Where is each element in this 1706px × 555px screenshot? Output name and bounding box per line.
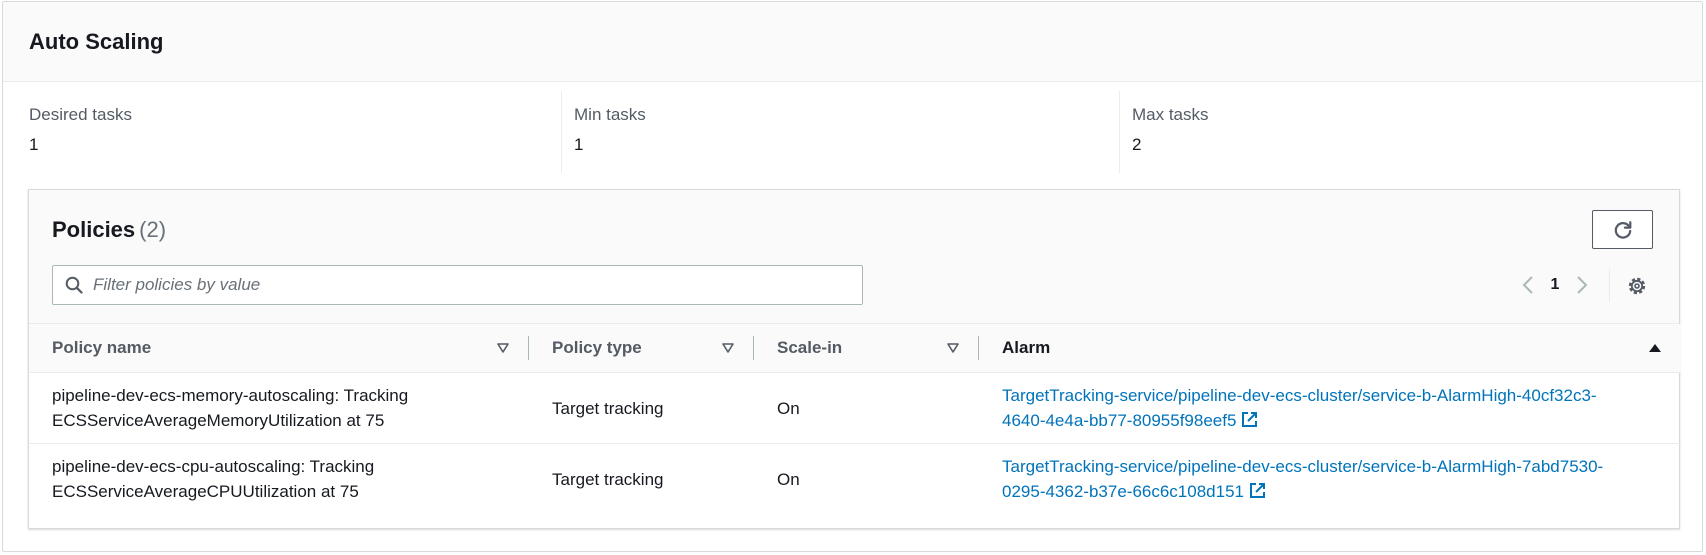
alarm-link-line: TargetTracking-service/pipeline-dev-ecs-… <box>1002 386 1597 405</box>
policy-name-line: pipeline-dev-ecs-memory-autoscaling: Tra… <box>52 386 409 405</box>
sort-icon[interactable] <box>945 340 961 356</box>
search-icon <box>65 276 83 294</box>
policy-name-line: ECSServiceAverageCPUUtilization at 75 <box>52 482 359 502</box>
panel-title: Auto Scaling <box>29 28 164 54</box>
page-number[interactable]: 1 <box>1543 276 1567 294</box>
alarm-link-line: 4640-4e4a-bb77-80955f98eef5 <box>1002 411 1237 430</box>
filter-policies-field[interactable] <box>52 265 863 305</box>
metric-max-tasks: Max tasks 2 <box>1119 91 1677 173</box>
column-header-label: Policy name <box>52 338 152 357</box>
metric-desired-tasks: Desired tasks 1 <box>3 91 561 173</box>
next-page-button[interactable] <box>1567 268 1597 302</box>
scale-in-cell: On <box>777 469 800 489</box>
table-row: pipeline-dev-ecs-memory-autoscaling: Tra… <box>29 372 1681 444</box>
column-header-label: Scale-in <box>777 338 843 357</box>
column-header-alarm[interactable]: Alarm <box>979 324 1681 373</box>
column-header-policy-type[interactable]: Policy type <box>529 324 754 373</box>
policies-table-container: Policies (2) Filter policies by value 1 … <box>28 189 1681 529</box>
alarm-link[interactable]: TargetTracking-service/pipeline-dev-ecs-… <box>1002 457 1603 501</box>
policies-title: Policies (2) <box>52 217 166 243</box>
column-header-scale-in[interactable]: Scale-in <box>754 324 979 373</box>
alarm-link-line: TargetTracking-service/pipeline-dev-ecs-… <box>1002 457 1604 477</box>
refresh-button[interactable] <box>1592 210 1653 249</box>
pagination: 1 <box>1513 268 1597 302</box>
table-row: pipeline-dev-ecs-cpu-autoscaling: Tracki… <box>29 443 1681 515</box>
metric-value: 1 <box>29 135 39 154</box>
gear-icon <box>1628 277 1646 295</box>
policy-name-line: pipeline-dev-ecs-cpu-autoscaling: Tracki… <box>52 457 375 477</box>
policies-header: Policies (2) Filter policies by value 1 <box>29 190 1679 324</box>
alarm-cell: TargetTracking-service/pipeline-dev-ecs-… <box>979 373 1681 444</box>
policies-count: (2) <box>139 217 167 242</box>
task-metrics: Desired tasks 1 Min tasks 1 Max tasks 2 <box>3 91 1702 173</box>
metric-label: Min tasks <box>574 105 646 124</box>
alarm-link[interactable]: TargetTracking-service/pipeline-dev-ecs-… <box>1002 386 1597 430</box>
alarm-link-line: 0295-4362-b37e-66c6c108d151 <box>1002 482 1244 502</box>
chevron-right-icon <box>1577 276 1588 294</box>
sort-ascending-icon[interactable] <box>1647 340 1663 356</box>
table-header-row: Policy name Policy type Scale-in Alarm <box>29 324 1681 373</box>
policy-name-cell: pipeline-dev-ecs-cpu-autoscaling: Tracki… <box>29 444 529 515</box>
sort-icon[interactable] <box>720 340 736 356</box>
metric-label: Max tasks <box>1132 105 1209 124</box>
metric-value: 2 <box>1132 135 1142 154</box>
chevron-left-icon <box>1522 276 1533 294</box>
metric-value: 1 <box>574 135 584 154</box>
alarm-cell: TargetTracking-service/pipeline-dev-ecs-… <box>979 444 1681 515</box>
scale-in-cell: On <box>777 398 800 418</box>
column-header-label: Alarm <box>1002 338 1051 357</box>
column-header-policy-name[interactable]: Policy name <box>29 324 529 373</box>
external-link-icon <box>1242 412 1258 427</box>
external-link-icon <box>1249 483 1265 499</box>
table-settings-button[interactable] <box>1623 272 1651 300</box>
auto-scaling-panel: Auto Scaling Desired tasks 1 Min tasks 1… <box>2 1 1703 552</box>
previous-page-button[interactable] <box>1513 268 1543 302</box>
policy-type-cell: Target tracking <box>552 398 664 418</box>
sort-icon[interactable] <box>495 340 511 356</box>
pager-divider <box>1609 268 1610 302</box>
policy-name-cell: pipeline-dev-ecs-memory-autoscaling: Tra… <box>29 373 529 444</box>
policies-table: Policy name Policy type Scale-in Alarm p… <box>29 324 1681 515</box>
metric-min-tasks: Min tasks 1 <box>561 91 1119 173</box>
policy-type-cell: Target tracking <box>552 469 664 489</box>
metric-label: Desired tasks <box>29 105 132 124</box>
policies-title-text: Policies <box>52 217 136 242</box>
refresh-icon <box>1614 220 1631 239</box>
panel-header: Auto Scaling <box>3 2 1702 82</box>
policy-name-line: ECSServiceAverageMemoryUtilization at 75 <box>52 411 385 430</box>
column-header-label: Policy type <box>552 338 642 357</box>
filter-policies-input[interactable] <box>93 275 853 295</box>
